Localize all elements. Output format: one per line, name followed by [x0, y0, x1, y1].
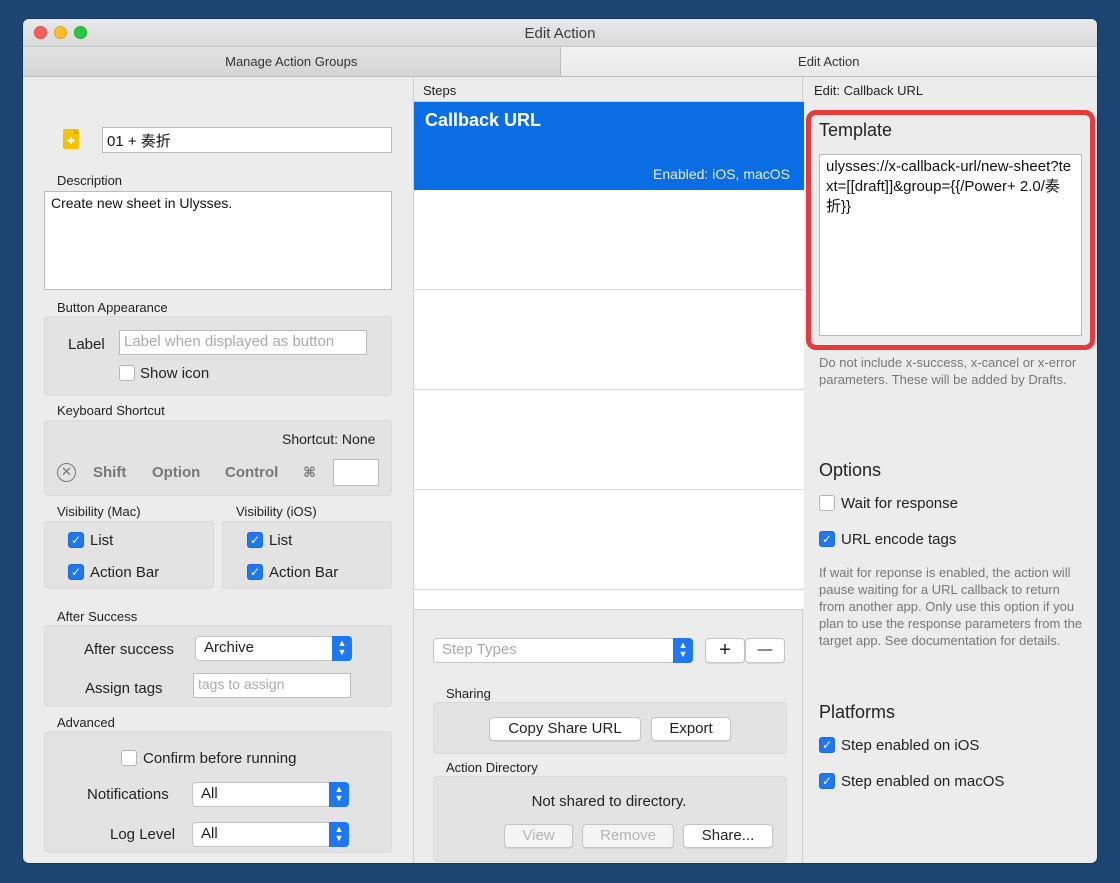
- steps-list: Callback URL Enabled: iOS, macOS: [414, 101, 804, 610]
- button-appearance-group: [44, 316, 392, 396]
- template-heading: Template: [819, 120, 893, 140]
- shortcut-key-field[interactable]: [333, 459, 379, 486]
- action-directory-group: [433, 776, 787, 862]
- step-title: Callback URL: [425, 110, 542, 130]
- button-appearance-heading: Button Appearance: [57, 300, 168, 315]
- shortcut-status: Shortcut: None: [282, 431, 376, 447]
- export-button[interactable]: Export: [651, 717, 731, 741]
- template-note: Do not include x-success, x-cancel or x-…: [819, 355, 1077, 387]
- mac-list-checkbox[interactable]: ✓: [68, 532, 84, 548]
- mac-list-label: List: [90, 532, 114, 549]
- edit-action-window: Edit Action Manage Action Groups Edit Ac…: [23, 19, 1097, 863]
- wait-for-response-label: Wait for response: [841, 495, 958, 512]
- after-success-value: Archive: [204, 639, 255, 656]
- log-level-label: Log Level: [110, 826, 176, 843]
- show-icon-label: Show icon: [140, 365, 210, 382]
- after-success-heading: After Success: [57, 609, 138, 624]
- after-success-select[interactable]: Archive ▲ ▼: [195, 636, 352, 661]
- view-button[interactable]: View: [504, 824, 573, 848]
- add-step-button[interactable]: +: [705, 638, 745, 663]
- empty-step-row: [414, 190, 804, 290]
- wait-for-response-checkbox[interactable]: [819, 495, 835, 511]
- keyboard-shortcut-heading: Keyboard Shortcut: [57, 403, 165, 418]
- log-level-value: All: [201, 825, 218, 842]
- confirm-before-running-checkbox[interactable]: [121, 750, 137, 766]
- description-label: Description: [57, 173, 123, 188]
- chevron-updown-icon: ▲ ▼: [329, 782, 349, 807]
- show-icon-checkbox[interactable]: [119, 365, 135, 381]
- notifications-select[interactable]: All ▲ ▼: [192, 782, 349, 807]
- description-field[interactable]: Create new sheet in Ulysses.: [44, 191, 392, 290]
- step-editor-heading: Edit: Callback URL: [814, 83, 924, 98]
- template-field[interactable]: ulysses://x-callback-url/new-sheet?text=…: [819, 154, 1082, 336]
- url-encode-tags-checkbox[interactable]: ✓: [819, 531, 835, 547]
- empty-step-row: [414, 290, 804, 390]
- control-modifier-button[interactable]: Control: [225, 464, 278, 481]
- step-types-select[interactable]: Step Types ▲ ▼: [433, 638, 693, 663]
- ios-action-bar-label: Action Bar: [269, 564, 339, 581]
- chevron-updown-icon: ▲ ▼: [329, 822, 349, 847]
- step-types-placeholder: Step Types: [442, 641, 517, 658]
- title-bar: Edit Action: [23, 19, 1097, 47]
- clear-shortcut-icon[interactable]: ✕: [57, 463, 76, 482]
- chevron-updown-icon: ▲ ▼: [332, 636, 352, 661]
- empty-step-row: [414, 490, 804, 590]
- directory-status: Not shared to directory.: [531, 793, 687, 810]
- step-enabled-platforms: Enabled: iOS, macOS: [653, 166, 790, 182]
- step-editor-panel: Edit: Callback URL Template ulysses://x-…: [804, 77, 1097, 863]
- window-title: Edit Action: [524, 25, 596, 42]
- step-enabled-ios-label: Step enabled on iOS: [841, 737, 980, 754]
- steps-heading: Steps: [423, 83, 457, 98]
- tab-bar: Manage Action Groups Edit Action: [23, 47, 1097, 77]
- after-success-label: After success: [84, 641, 175, 658]
- advanced-heading: Advanced: [57, 715, 115, 730]
- step-enabled-ios-checkbox[interactable]: ✓: [819, 737, 835, 753]
- steps-panel: Steps Callback URL Enabled: iOS, macOS S…: [413, 77, 804, 863]
- options-heading: Options: [819, 460, 882, 480]
- confirm-before-running-label: Confirm before running: [143, 750, 297, 767]
- sharing-heading: Sharing: [446, 686, 491, 701]
- url-encode-tags-label: URL encode tags: [841, 531, 957, 548]
- tab-manage-action-groups[interactable]: Manage Action Groups: [23, 47, 561, 76]
- option-modifier-button[interactable]: Option: [152, 464, 200, 481]
- ios-list-checkbox[interactable]: ✓: [247, 532, 263, 548]
- assign-tags-field[interactable]: tags to assign: [193, 673, 351, 698]
- ios-action-bar-checkbox[interactable]: ✓: [247, 564, 263, 580]
- platforms-heading: Platforms: [819, 702, 896, 722]
- empty-step-row: [414, 390, 804, 490]
- action-settings-panel: 01 + 奏折 Description Create new sheet in …: [23, 77, 413, 863]
- mac-action-bar-checkbox[interactable]: ✓: [68, 564, 84, 580]
- step-row-callback-url[interactable]: Callback URL Enabled: iOS, macOS: [414, 102, 804, 190]
- assign-tags-label: Assign tags: [85, 680, 163, 697]
- command-modifier-button[interactable]: ⌘: [303, 464, 316, 481]
- step-enabled-macos-label: Step enabled on macOS: [841, 773, 1005, 790]
- button-label-field[interactable]: Label when displayed as button: [119, 330, 367, 355]
- label-label: Label: [68, 336, 105, 353]
- action-name-field[interactable]: 01 + 奏折: [102, 127, 392, 153]
- action-directory-heading: Action Directory: [446, 760, 538, 775]
- tab-edit-action[interactable]: Edit Action: [560, 47, 1097, 76]
- mac-action-bar-label: Action Bar: [90, 564, 160, 581]
- document-plus-icon: [63, 129, 79, 149]
- chevron-updown-icon: ▲ ▼: [673, 638, 693, 663]
- notifications-value: All: [201, 785, 218, 802]
- log-level-select[interactable]: All ▲ ▼: [192, 822, 349, 847]
- shift-modifier-button[interactable]: Shift: [93, 464, 126, 481]
- options-note: If wait for reponse is enabled, the acti…: [819, 565, 1083, 648]
- remove-step-button[interactable]: —: [745, 638, 785, 663]
- ios-list-label: List: [269, 532, 293, 549]
- remove-from-directory-button[interactable]: Remove: [582, 824, 674, 848]
- step-enabled-macos-checkbox[interactable]: ✓: [819, 773, 835, 789]
- visibility-mac-heading: Visibility (Mac): [57, 504, 141, 519]
- copy-share-url-button[interactable]: Copy Share URL: [489, 717, 641, 741]
- share-to-directory-button[interactable]: Share...: [683, 824, 773, 848]
- notifications-label: Notifications: [87, 786, 169, 803]
- visibility-ios-heading: Visibility (iOS): [236, 504, 317, 519]
